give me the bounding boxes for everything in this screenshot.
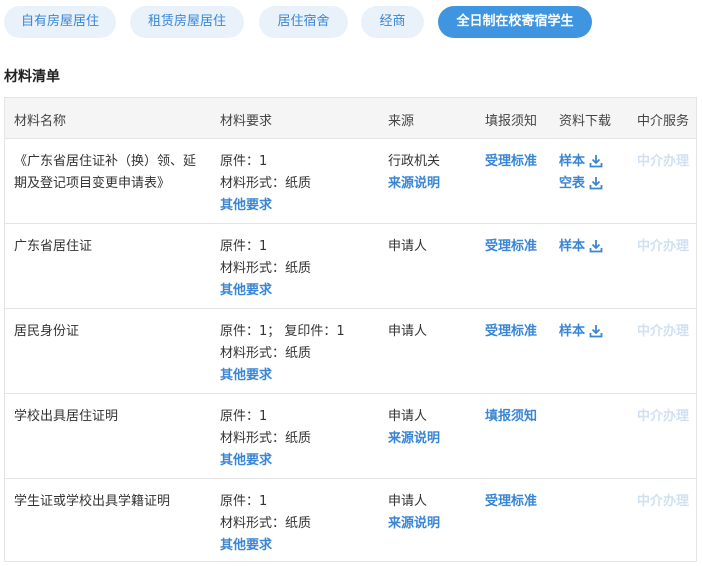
notice-cell: 受理标准 [485,236,537,258]
material-name: 《广东省居住证补（换）领、延期及登记项目变更申请表》 [14,154,197,191]
notice-cell: 受理标准 [485,151,537,173]
tab-dormitory[interactable]: 居住宿舍 [259,6,348,38]
requirement-form: 材料形式：纸质 [220,176,312,191]
material-requirement: 原件：1 材料形式：纸质其他要求 [220,236,380,302]
source-text: 申请人 [388,409,428,424]
requirement-count: 原件：1 [220,154,268,169]
download-link[interactable]: 样本 [559,151,603,173]
download-cell: 样本 空表 [559,151,603,195]
agency-service-link[interactable]: 中介办理 [637,406,689,428]
other-requirements-link[interactable]: 其他要求 [220,535,380,557]
download-icon [589,240,603,253]
col-material-name: 材料名称 [14,114,67,129]
download-cell: 样本 [559,236,603,258]
agency-service-link[interactable]: 中介办理 [637,321,689,343]
notice-link[interactable]: 受理标准 [485,151,537,173]
other-requirements-link[interactable]: 其他要求 [220,450,380,472]
material-source: 申请人 来源说明 [388,491,478,535]
notice-cell: 受理标准 [485,491,537,513]
download-link[interactable]: 样本 [559,236,603,258]
table-header: 材料名称 材料要求 来源 填报须知 资料下载 中介服务 [5,98,696,139]
download-icon [589,325,603,338]
tab-business[interactable]: 经商 [361,6,424,38]
download-cell: 样本 [559,321,603,343]
material-requirement: 原件：1 材料形式：纸质其他要求 [220,491,380,557]
col-notice: 填报须知 [485,114,538,129]
requirement-count: 原件：1 [220,409,268,424]
other-requirements-link[interactable]: 其他要求 [220,195,380,217]
material-name: 广东省居住证 [14,239,93,254]
section-title: 材料清单 [4,69,60,85]
notice-cell: 受理标准 [485,321,537,343]
download-icon [589,155,603,168]
material-source: 申请人 来源说明 [388,406,478,450]
tab-rented-house[interactable]: 租赁房屋居住 [130,6,244,38]
agency-service-link[interactable]: 中介办理 [637,151,689,173]
material-name: 学校出具居住证明 [14,409,119,424]
material-source: 申请人 [388,236,478,258]
material-name: 居民身份证 [14,324,80,339]
material-source: 行政机关 来源说明 [388,151,478,195]
source-note-link[interactable]: 来源说明 [388,428,478,450]
source-text: 申请人 [388,324,428,339]
source-text: 申请人 [388,239,428,254]
agency-service-link[interactable]: 中介办理 [637,236,689,258]
notice-link[interactable]: 受理标准 [485,491,537,513]
requirement-form: 材料形式：纸质 [220,516,312,531]
material-source: 申请人 [388,321,478,343]
col-source: 来源 [388,114,415,129]
requirement-form: 材料形式：纸质 [220,431,312,446]
requirement-form: 材料形式：纸质 [220,346,312,361]
source-note-link[interactable]: 来源说明 [388,513,478,535]
tab-boarding-student[interactable]: 全日制在校寄宿学生 [438,6,592,38]
download-link[interactable]: 空表 [559,173,603,195]
agency-service-link[interactable]: 中介办理 [637,491,689,513]
source-text: 行政机关 [388,154,441,169]
material-requirement: 原件：1； 复印件：1 材料形式：纸质其他要求 [220,321,380,387]
col-download: 资料下载 [559,114,612,129]
requirement-count: 原件：1 [220,239,268,254]
source-text: 申请人 [388,494,428,509]
table-row: 学生证或学校出具学籍证明 原件：1 材料形式：纸质 其他要求 申请人 来源说明 受理标准 中介… [5,478,696,562]
requirement-count: 原件：1 [220,494,268,509]
download-link[interactable]: 样本 [559,321,603,343]
table-row: 广东省居住证 原件：1 材料形式：纸质其他要求 申请人 受理标准 样本 中介办理 [5,223,696,309]
material-requirement: 原件：1 材料形式：纸质其他要求 [220,406,380,472]
other-requirements-link[interactable]: 其他要求 [220,365,380,387]
notice-link[interactable]: 受理标准 [485,321,537,343]
tab-own-house[interactable]: 自有房屋居住 [4,6,116,38]
table-row: 《广东省居住证补（换）领、延期及登记项目变更申请表》 原件：1 材料形式：纸质其他要… [5,138,696,224]
notice-cell: 填报须知 [485,406,537,428]
col-material-requirement: 材料要求 [220,114,273,129]
materials-table: 材料名称 材料要求 来源 填报须知 资料下载 中介服务 《广东省居住证补（换）领… [4,97,697,562]
material-name: 学生证或学校出具学籍证明 [14,494,171,509]
notice-link[interactable]: 受理标准 [485,236,537,258]
source-note-link[interactable]: 来源说明 [388,173,478,195]
table-row: 居民身份证 原件：1； 复印件：1 材料形式：纸质其他要求 申请人 受理标准 样本 中介办理 [5,308,696,394]
requirement-count: 原件：1； 复印件：1 [220,324,345,339]
table-row: 学校出具居住证明 原件：1 材料形式：纸质 其他要求 申请人 来源说明 填报须知 中介办理 [5,393,696,479]
notice-link[interactable]: 填报须知 [485,406,537,428]
material-requirement: 原件：1 材料形式：纸质其他要求 [220,151,380,217]
other-requirements-link[interactable]: 其他要求 [220,280,380,302]
col-agency: 中介服务 [637,114,690,129]
requirement-form: 材料形式：纸质 [220,261,312,276]
download-icon [589,177,603,190]
